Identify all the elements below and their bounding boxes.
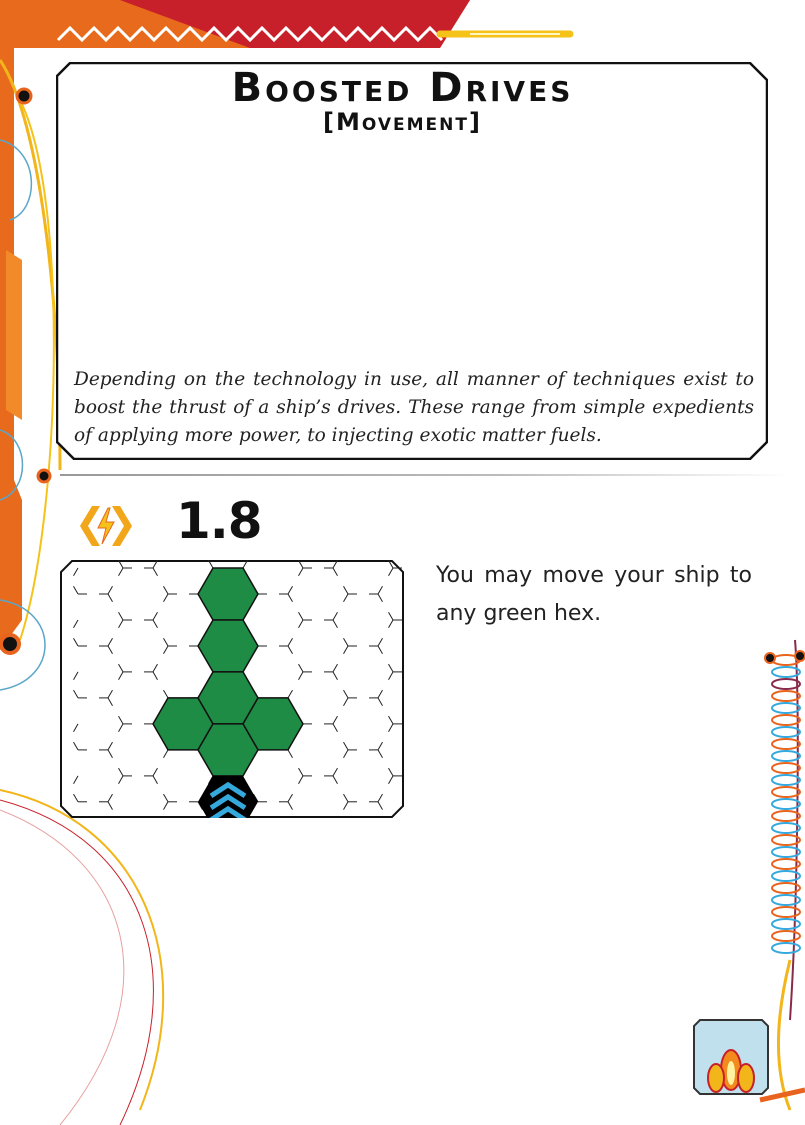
top-red-band <box>120 0 470 48</box>
arc-pink <box>0 809 125 1125</box>
right-yellow-line <box>777 959 792 1111</box>
event-type-badge <box>693 1019 769 1095</box>
left-yellow-arc <box>19 99 55 641</box>
flavor-text: Depending on the technology in use, all … <box>74 369 754 446</box>
card-value: 1.8 <box>176 492 263 550</box>
section-divider <box>60 474 790 476</box>
top-zigzag <box>56 25 444 43</box>
right-node-2 <box>794 650 805 662</box>
left-blue-swirl-1 <box>0 139 32 221</box>
rule-text: You may move your ship to any green hex. <box>436 563 752 626</box>
left-blue-swirl-3 <box>0 599 46 691</box>
arc-red <box>0 799 154 1125</box>
right-node-1 <box>764 652 776 664</box>
top-orange-band <box>0 0 470 48</box>
right-spring <box>771 654 801 954</box>
right-purple-line <box>789 639 799 1021</box>
card-subtitle: [Movement] <box>323 108 482 136</box>
card-title: Boosted Drives <box>231 65 574 111</box>
left-node-3 <box>0 633 21 655</box>
arc-yellow <box>0 789 165 1111</box>
left-node-2 <box>36 468 52 484</box>
movement-hex-diagram <box>60 560 404 818</box>
left-orange-panel <box>6 250 22 420</box>
power-cost-icon <box>80 506 132 546</box>
left-blue-swirl-2 <box>0 429 24 501</box>
